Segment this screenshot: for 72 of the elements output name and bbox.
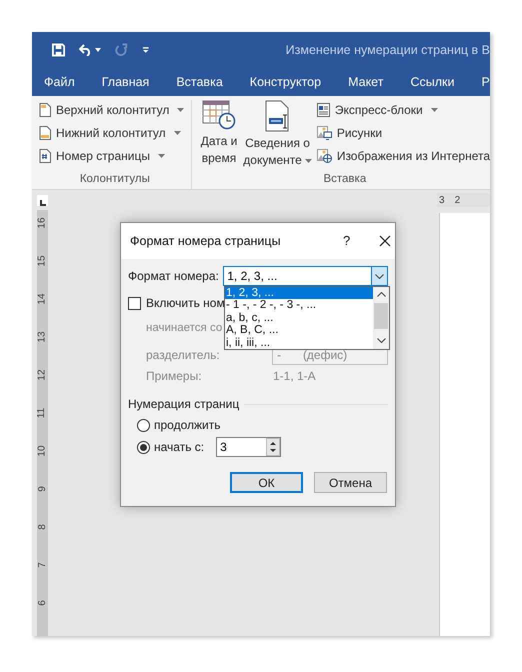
ribbon-button[interactable]: Изображения из Интернета: [316, 146, 490, 165]
ruler-number: 2: [454, 194, 460, 208]
chevron-up-icon: [376, 292, 386, 297]
group-title: Нумерация страниц: [128, 396, 240, 413]
start-at-spinner[interactable]: 3: [216, 437, 282, 457]
dropdown-option[interactable]: - 1 -, - 2 -, - 3 -, ...: [225, 299, 373, 312]
ribbon-button[interactable]: Номер страницы: [39, 146, 184, 165]
tab-stop-icon: [40, 200, 46, 206]
dialog-title: Формат номера страницы: [130, 232, 281, 250]
spin-arrows-icon: [266, 438, 280, 456]
ribbon-tab[interactable]: Главная: [102, 72, 150, 92]
checkbox[interactable]: [128, 296, 141, 310]
ruler-number: 14: [36, 293, 48, 305]
chevron-down-icon: [376, 338, 386, 343]
ribbon-tab[interactable]: Конструктор: [250, 72, 322, 92]
ribbon-group-label: Колонтитулы: [78, 172, 151, 187]
online-pictures-icon: [316, 148, 332, 162]
ruler-number: 6: [36, 600, 48, 606]
page-footer-icon: [39, 126, 51, 140]
ruler-number: 12: [36, 369, 48, 381]
format-label: Формат номера:: [128, 268, 220, 285]
help-button[interactable]: ?: [336, 231, 357, 251]
radio-button[interactable]: [137, 440, 150, 454]
save-icon[interactable]: [52, 43, 66, 57]
customize-icon[interactable]: [142, 46, 150, 54]
document-field-icon: [264, 100, 291, 132]
ruler-number: 7: [36, 562, 48, 568]
tab-selector[interactable]: [37, 194, 48, 206]
radio-label: начать с:: [154, 439, 204, 455]
ribbon-button[interactable]: Нижний колонтитул: [39, 123, 184, 142]
ruler-number: 10: [36, 445, 48, 457]
page-header-icon: [39, 102, 51, 116]
ribbon-button[interactable]: Экспресс-блоки: [316, 100, 490, 119]
ruler-number: 11: [36, 408, 48, 418]
ruler-number: 3: [439, 194, 445, 208]
ribbon-tab[interactable]: Р: [481, 72, 490, 92]
ruler-number: 16: [36, 217, 48, 229]
ribbon-tab[interactable]: Макет: [348, 72, 384, 92]
dropdown-option[interactable]: 1, 2, 3, ...: [225, 287, 373, 300]
ribbon-button[interactable]: Верхний колонтитул: [39, 100, 184, 119]
starts-with-label: начинается со: [146, 321, 222, 336]
examples-label: Примеры:: [146, 368, 203, 385]
ruler-number: 9: [36, 486, 48, 492]
ribbon-tab[interactable]: Вставка: [176, 72, 223, 92]
scrollbar[interactable]: [373, 287, 389, 349]
format-select[interactable]: 1, 2, 3, ...: [223, 266, 388, 286]
checkbox-label: Включить ном: [146, 295, 225, 312]
ruler-number: 13: [36, 331, 48, 343]
calendar-clock-icon: [202, 100, 236, 130]
close-icon: [378, 235, 391, 247]
quick-parts-icon: [316, 102, 330, 116]
examples-value: 1-1, 1-A: [273, 368, 316, 385]
radio-button[interactable]: [137, 418, 150, 432]
chevron-down-icon: [375, 274, 384, 278]
radio-label: продолжить: [154, 417, 220, 433]
ribbon-large-button[interactable]: Дата и время: [200, 100, 238, 171]
separator-label: разделитель:: [146, 347, 221, 364]
window-title: Изменение нумерации страниц в В: [286, 42, 490, 59]
ribbon-button[interactable]: Рисунки: [316, 123, 490, 142]
ribbon-large-button[interactable]: Сведения о документе: [242, 100, 313, 171]
ruler-number: 15: [36, 255, 48, 267]
ribbon-tab[interactable]: Файл: [44, 72, 75, 92]
dropdown-option[interactable]: a, b, c, ...: [225, 312, 373, 324]
dialog-button[interactable]: ОК: [230, 472, 303, 493]
dialog-button[interactable]: Отмена: [314, 472, 387, 493]
pictures-icon: [316, 126, 332, 140]
undo-icon[interactable]: [79, 44, 102, 56]
ribbon-tab[interactable]: Ссылки: [410, 72, 454, 92]
page-number-icon: [39, 148, 51, 162]
ruler-number: 8: [36, 524, 48, 530]
dropdown-option[interactable]: A, B, C, ...: [225, 324, 373, 337]
ribbon-group-label: Вставка: [322, 172, 368, 187]
